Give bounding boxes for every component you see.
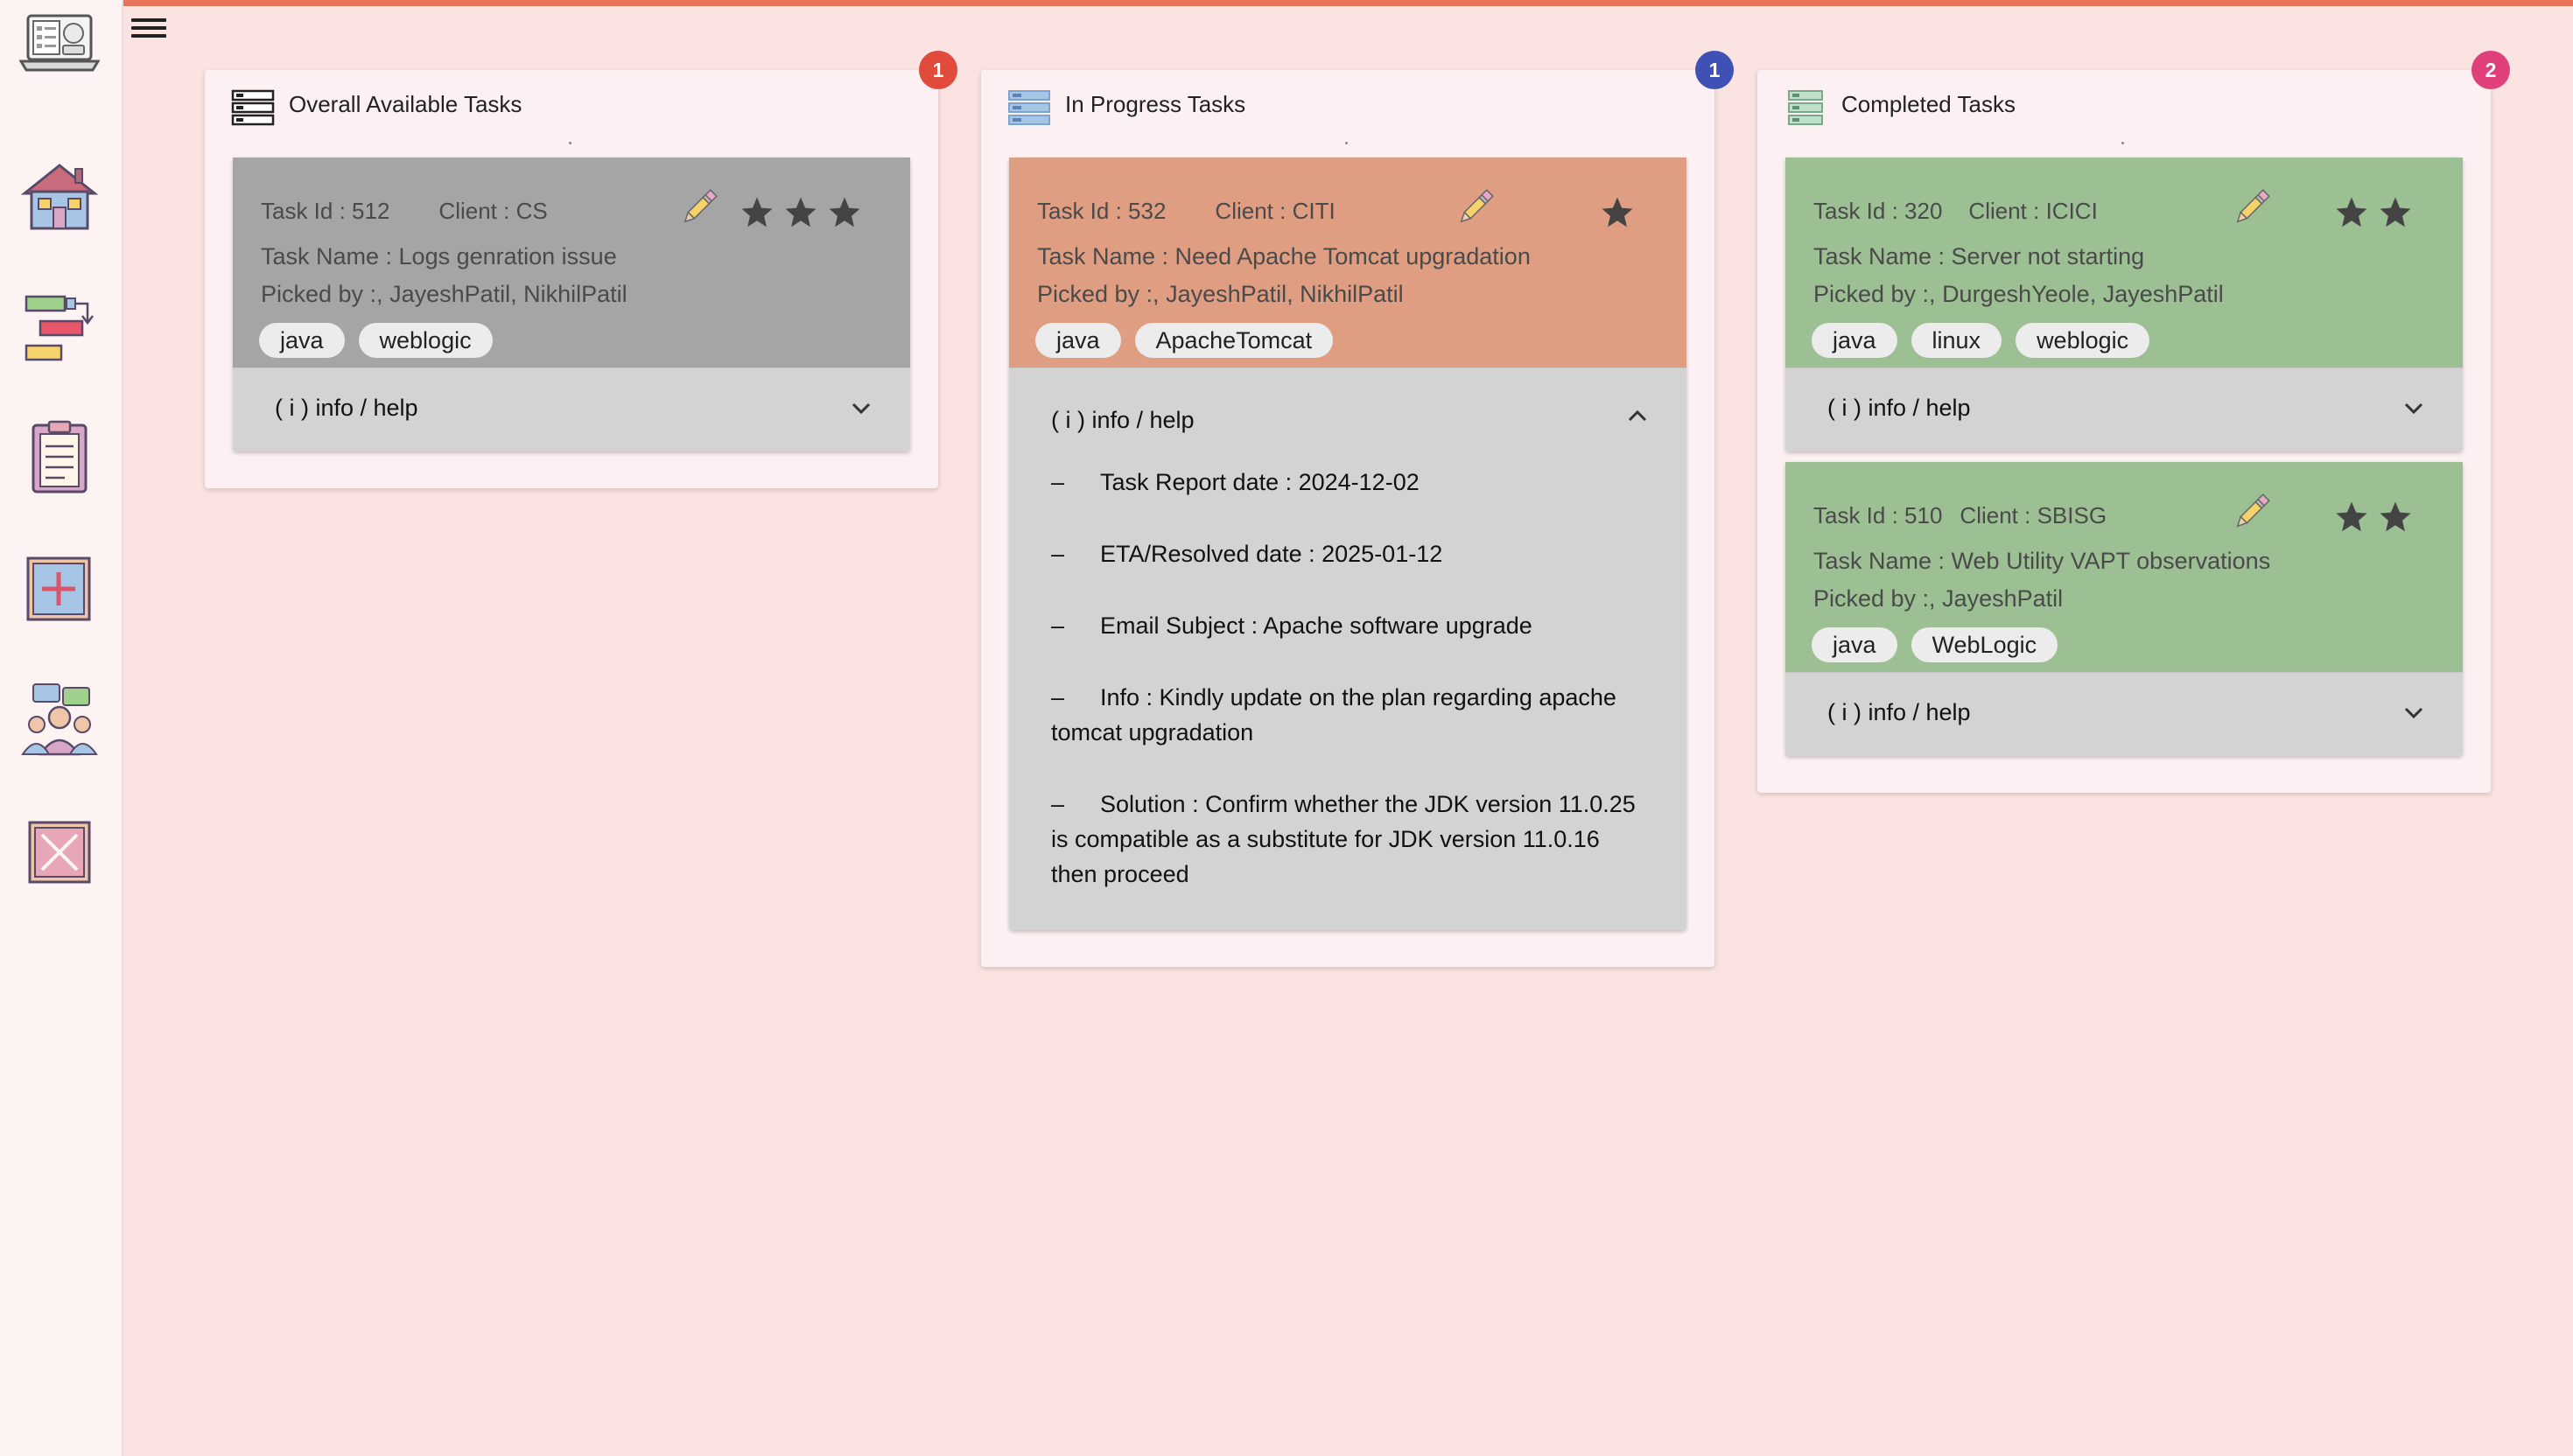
task-card: Task Id : 512 Client : CS Task Name : Log… [233,158,910,452]
column-divider-dot [569,142,571,144]
home-icon[interactable] [21,160,98,234]
priority-stars [739,194,863,231]
tag-list: java weblogic [259,323,493,358]
chevron-down-icon [852,402,871,415]
task-client: Client : ICICI [1968,198,2098,224]
priority-stars [1599,194,1636,231]
column-title: Overall Available Tasks [289,91,522,117]
task-name: Task Name : Web Utility VAPT observation… [1813,548,2271,574]
chevron-down-icon [2404,707,2423,719]
star-icon[interactable] [2333,499,2370,536]
tag-chip[interactable]: ApacheTomcat [1134,323,1334,358]
close-box-icon[interactable] [21,816,98,889]
info-help-accordion: ( i ) info / help [1785,368,2463,452]
star-icon[interactable] [2377,499,2414,536]
sidebar [0,0,123,1456]
clipboard-icon[interactable] [21,420,98,494]
server-list-icon [231,89,275,126]
tag-list: java WebLogic [1812,627,2058,662]
task-name: Task Name : Need Apache Tomcat upgradati… [1037,243,1531,270]
tag-chip[interactable]: java [1035,323,1121,358]
info-help-label: ( i ) info / help [275,395,418,421]
task-picked-by: Picked by :, JayeshPatil [1813,585,2064,612]
hamburger-menu-icon[interactable] [131,14,166,42]
tag-list: java ApacheTomcat [1035,323,1334,358]
add-task-icon[interactable] [21,551,98,625]
info-help-label: ( i ) info / help [1051,407,1195,433]
star-icon[interactable] [739,194,775,231]
edit-pencil-icon[interactable] [2232,492,2272,532]
task-card: Task Id : 532 Client : CITI Task Name : N… [1009,158,1686,930]
info-report-date: Task Report date : 2024-12-02 [1100,469,1420,495]
star-icon[interactable] [1599,194,1636,231]
tag-chip[interactable]: weblogic [2016,323,2150,358]
info-eta-date: ETA/Resolved date : 2025-01-12 [1100,541,1443,567]
tag-chip[interactable]: linux [1910,323,2002,358]
task-id: Task Id : 512 [261,198,390,224]
task-client: Client : CS [438,198,548,224]
tag-list: java linux weblogic [1812,323,2150,358]
edit-pencil-icon[interactable] [1455,187,1496,228]
task-client: Client : CITI [1215,198,1336,224]
info-help-accordion: ( i ) info / help – Task Report date : 20… [1009,368,1686,930]
column-divider-dot [1345,142,1348,144]
task-id: Task Id : 320 [1813,198,1943,224]
priority-stars [2333,499,2414,536]
info-help-toggle[interactable]: ( i ) info / help [1009,368,1686,465]
tag-chip[interactable]: java [259,323,345,358]
laptop-tasks-logo-icon[interactable] [19,12,100,75]
info-help-label: ( i ) info / help [1827,699,1971,725]
task-picked-by: Picked by :, DurgeshYeole, JayeshPatil [1813,281,2224,307]
task-id: Task Id : 510 [1813,502,1943,528]
column-in-progress-tasks: 1 In Progress Tasks Task Id : 532 Client … [981,51,1734,967]
priority-stars [2333,194,2414,231]
info-note: Info : Kindly update on the plan regardi… [1051,684,1616,746]
task-card: Task Id : 320 Client : ICICI Task Name : … [1785,158,2463,452]
task-picked-by: Picked by :, JayeshPatil, NikhilPatil [1037,281,1404,307]
star-icon[interactable] [782,194,819,231]
info-details: – Task Report date : 2024-12-02 – ETA/Reso… [1051,469,1636,887]
star-icon[interactable] [2333,194,2370,231]
column-available-tasks: 1 Overall Available Tasks Task Id : 512 C… [205,51,957,488]
tag-chip[interactable]: weblogic [358,323,493,358]
edit-pencil-icon[interactable] [679,187,719,228]
task-name: Task Name : Logs genration issue [261,243,617,270]
info-email-subject: Email Subject : Apache software upgrade [1100,612,1532,639]
star-icon[interactable] [2377,194,2414,231]
task-card: Task Id : 510 Client : SBISG Task Name : … [1785,462,2463,756]
info-solution: Solution : Confirm whether the JDK versi… [1051,791,1636,887]
task-flow-icon[interactable] [21,291,98,365]
column-title: Completed Tasks [1841,91,2016,117]
tag-chip[interactable]: java [1812,627,1897,662]
chevron-down-icon [2404,402,2423,415]
column-divider-dot [2121,142,2124,144]
task-id: Task Id : 532 [1037,198,1167,224]
server-list-icon [1008,90,1050,125]
top-accent-line [0,0,2573,6]
info-help-toggle[interactable]: ( i ) info / help [1785,673,2463,756]
column-title: In Progress Tasks [1065,91,1246,117]
star-icon[interactable] [826,194,863,231]
info-help-accordion: ( i ) info / help [233,368,910,452]
edit-pencil-icon[interactable] [2232,187,2272,228]
task-name: Task Name : Server not starting [1813,243,2145,270]
task-picked-by: Picked by :, JayeshPatil, NikhilPatil [261,281,627,307]
tag-chip[interactable]: WebLogic [1910,627,2058,662]
info-help-accordion: ( i ) info / help [1785,672,2463,756]
column-completed-tasks: 2 Completed Tasks Task Id : 320 Client : … [1757,51,2510,793]
team-chat-icon[interactable] [21,682,98,756]
info-help-label: ( i ) info / help [1827,395,1971,421]
server-list-icon [1788,90,1823,125]
info-help-toggle[interactable]: ( i ) info / help [1785,368,2463,452]
info-help-toggle[interactable]: ( i ) info / help [233,368,910,452]
chevron-up-icon [1628,410,1647,422]
tag-chip[interactable]: java [1812,323,1897,358]
task-client: Client : SBISG [1960,502,2107,528]
